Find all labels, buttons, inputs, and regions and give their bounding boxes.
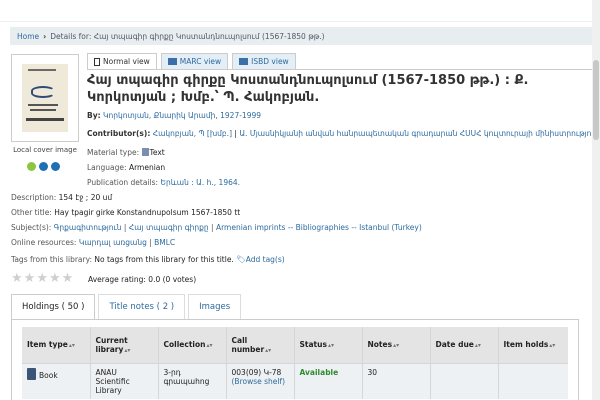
star-icon-3[interactable]: ★ xyxy=(36,272,48,285)
author-link[interactable]: Կորկոտյան, Քնարիկ Արամի, 1927-1999 xyxy=(103,111,261,120)
col-notes[interactable]: Notes▴▾ xyxy=(362,327,431,363)
tags-value: No tags from this library for this title… xyxy=(94,255,234,264)
star-rating: ★ ★ ★ ★ ★ xyxy=(11,272,73,285)
description-label: Description: xyxy=(11,193,57,202)
col-item-type[interactable]: Item type▴▾ xyxy=(22,327,91,363)
view-tabs: Normal view MARC view ISBD view xyxy=(87,53,300,69)
breadcrumb-home-link[interactable]: Home xyxy=(17,32,39,41)
list-icon xyxy=(239,58,249,65)
col-item-holds[interactable]: Item holds▴▾ xyxy=(498,327,568,363)
text-type-icon xyxy=(141,148,149,156)
col-current-library[interactable]: Current library▴▾ xyxy=(90,327,159,363)
contributor-link-2[interactable]: Ա. Մյասնիկյանի անվան հանրապետական գրադար… xyxy=(239,129,592,138)
tabs-divider xyxy=(87,69,592,70)
contributors-line: Contributor(s): Հակոբյան, Պ [խմբ.] | Ա. … xyxy=(87,129,592,138)
top-bar xyxy=(0,0,600,22)
marc-icon xyxy=(167,58,177,65)
tab-normal-view-label: Normal view xyxy=(103,57,150,66)
add-tags-link[interactable]: Add tag(s) xyxy=(246,255,285,264)
contributor-link-1[interactable]: Հակոբյան, Պ [խմբ.] xyxy=(153,129,232,138)
publication-line: Publication details: Երևան : Ա. հ., 1964… xyxy=(87,178,240,187)
cell-library: ANAU Scientific Library xyxy=(90,362,159,399)
description-value: 154 էջ ; 20 սմ xyxy=(58,193,113,202)
online-resource-link-2[interactable]: BMLC xyxy=(154,238,175,247)
tags-line: Tags from this library: No tags from thi… xyxy=(11,255,285,264)
col-status[interactable]: Status▴▾ xyxy=(294,327,363,363)
col-date-due[interactable]: Date due▴▾ xyxy=(430,327,499,363)
other-title-value: Hay tpagir girke Konstandnupolsum 1567-1… xyxy=(54,208,241,217)
average-rating: Average rating: 0.0 (0 votes) xyxy=(88,275,197,284)
tab-marc-view[interactable]: MARC view xyxy=(160,53,229,69)
pager-dot-3[interactable] xyxy=(51,162,60,171)
publication-label: Publication details: xyxy=(87,178,159,187)
tag-icon: 🏷︎ xyxy=(236,255,246,264)
holdings-table: Item type▴▾ Current library▴▾ Collection… xyxy=(22,327,568,399)
star-icon-4[interactable]: ★ xyxy=(49,272,61,285)
cell-status: Available xyxy=(294,362,363,399)
tab-isbd-view-label: ISBD view xyxy=(251,57,289,66)
star-icon-5[interactable]: ★ xyxy=(62,272,74,285)
cell-item-holds xyxy=(498,362,568,399)
document-icon xyxy=(94,57,100,66)
cell-call-number: 003(09) Կ-78 (Browse shelf) xyxy=(226,362,295,399)
tab-marc-view-label: MARC view xyxy=(179,57,222,66)
breadcrumb: Home › Details for: Հայ տպագիր գիրքը Կոս… xyxy=(10,27,592,45)
tab-images[interactable]: Images xyxy=(188,294,242,319)
author-line: By: Կորկոտյան, Քնարիկ Արամի, 1927-1999 xyxy=(87,111,261,120)
cover-image[interactable] xyxy=(11,54,79,142)
cell-item-type: Book xyxy=(22,362,91,399)
cell-date-due xyxy=(430,362,499,399)
book-icon xyxy=(27,367,36,380)
table-header-row: Item type▴▾ Current library▴▾ Collection… xyxy=(22,327,568,363)
page-scrollbar[interactable] xyxy=(592,0,600,400)
publication-link[interactable]: Երևան : Ա. հ., 1964. xyxy=(160,178,240,187)
cell-collection: 3-րդ գրապահոց xyxy=(158,362,227,399)
breadcrumb-current: Details for: Հայ տպագիր գիրքը Կոստանդնու… xyxy=(50,31,325,41)
star-icon-2[interactable]: ★ xyxy=(24,272,36,285)
description-line: Description: 154 էջ ; 20 սմ xyxy=(11,193,112,202)
other-title-label: Other title: xyxy=(11,208,52,217)
tab-isbd-view[interactable]: ISBD view xyxy=(232,53,296,69)
author-label: By: xyxy=(87,111,101,120)
cover-label: Local cover image xyxy=(13,146,77,154)
col-collection[interactable]: Collection▴▾ xyxy=(158,327,227,363)
breadcrumb-separator-icon: › xyxy=(43,31,47,41)
col-call-number[interactable]: Call number▴▾ xyxy=(226,327,295,363)
material-type-label: Material type: xyxy=(87,148,140,157)
subjects-line: Subject(s): Գրքագիտություն | Հայ տպագիր … xyxy=(11,223,422,232)
online-resource-link-1[interactable]: Կարդալ առցանց xyxy=(79,238,147,247)
subject-link-2[interactable]: Հայ տպագիր գիրքը xyxy=(129,223,209,232)
online-resources-label: Online resources: xyxy=(11,238,77,247)
online-resources-line: Online resources: Կարդալ առցանց | BMLC xyxy=(11,238,176,247)
tab-normal-view[interactable]: Normal view xyxy=(87,53,157,69)
tags-label: Tags from this library: xyxy=(11,255,93,264)
browse-shelf-link[interactable]: (Browse shelf) xyxy=(232,377,286,386)
material-type-line: Material type: Text xyxy=(87,148,165,157)
cover-pager xyxy=(27,162,60,171)
book-cover-icon xyxy=(22,64,68,132)
subjects-label: Subject(s): xyxy=(11,223,52,232)
subject-link-3[interactable]: Armenian imprints -- Bibliographies -- I… xyxy=(216,223,422,232)
cell-notes: 30 xyxy=(362,362,431,399)
scrollbar-thumb[interactable] xyxy=(593,60,599,140)
language-line: Language: Armenian xyxy=(87,163,165,172)
star-icon-1[interactable]: ★ xyxy=(11,272,23,285)
table-row: Book ANAU Scientific Library 3-րդ գրապահ… xyxy=(22,362,568,399)
language-label: Language: xyxy=(87,163,127,172)
record-title: Հայ տպագիր գիրքը Կոստանդնուպոլսում (1567… xyxy=(87,73,529,105)
pager-dot-2[interactable] xyxy=(39,162,48,171)
subject-link-1[interactable]: Գրքագիտություն xyxy=(54,223,122,232)
tab-holdings[interactable]: Holdings ( 50 ) xyxy=(11,294,96,319)
tab-title-notes[interactable]: Title notes ( 2 ) xyxy=(98,294,186,319)
language-value: Armenian xyxy=(128,163,166,172)
holdings-tabs: Holdings ( 50 ) Title notes ( 2 ) Images xyxy=(11,294,244,319)
pager-dot-1[interactable] xyxy=(27,162,36,171)
other-title-line: Other title: Hay tpagir girke Konstandnu… xyxy=(11,208,240,217)
material-type-value: Text xyxy=(149,148,165,157)
contributors-label: Contributor(s): xyxy=(87,129,151,138)
